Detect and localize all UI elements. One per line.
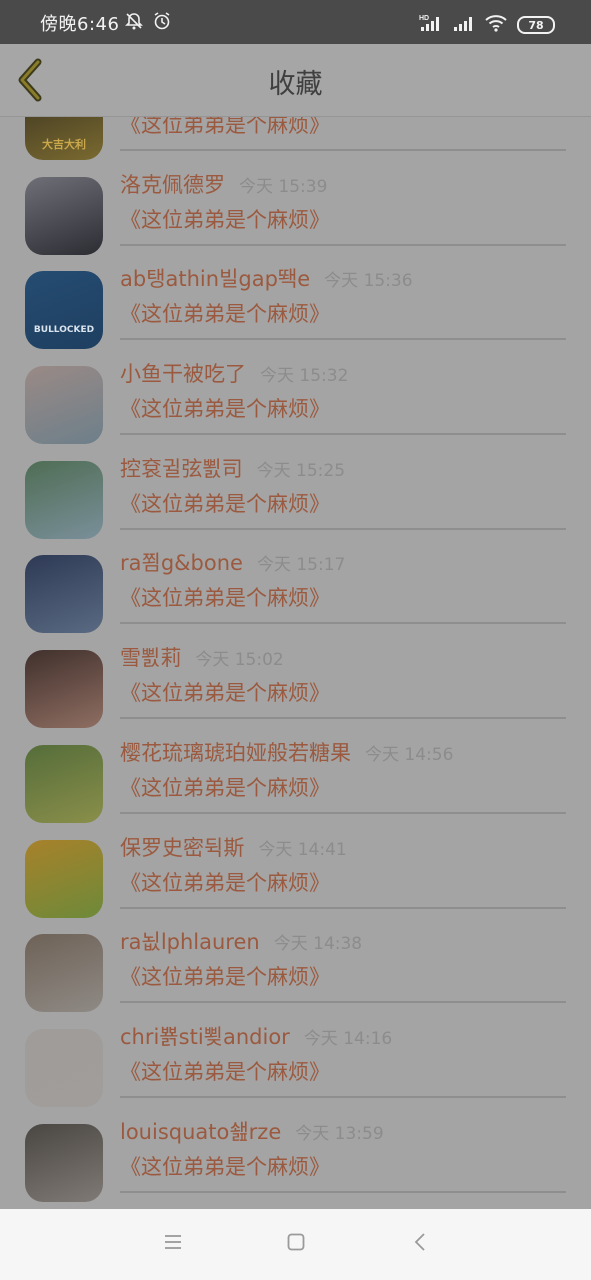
divider bbox=[120, 811, 566, 814]
signal-icon bbox=[453, 14, 475, 36]
signal-hd-icon: HD bbox=[419, 13, 443, 37]
avatar[interactable]: BULLOCKED bbox=[25, 271, 103, 350]
page-title: 收藏 bbox=[268, 69, 323, 100]
name-row: ab탱athin빌gap뙉e 今天 15:36 bbox=[120, 263, 413, 293]
list-item[interactable]: 保罗史密뒥斯 今天 14:41 《这位弟弟是个麻烦》 bbox=[0, 824, 591, 919]
divider bbox=[120, 1190, 566, 1193]
message-text: 《这位弟弟是个麻烦》 bbox=[120, 1059, 330, 1084]
timestamp: 今天 13:59 bbox=[295, 1123, 384, 1144]
list-item[interactable]: 控袞귈弦뾠司 今天 15:25 《这位弟弟是个麻烦》 bbox=[0, 445, 591, 540]
home-icon[interactable] bbox=[287, 1233, 305, 1255]
user-name: 小鱼干被吃了 bbox=[120, 362, 246, 387]
timestamp: 今天 15:36 bbox=[324, 271, 413, 292]
message-text: 《这位弟弟是个麻烦》 bbox=[120, 681, 330, 706]
avatar[interactable] bbox=[25, 934, 103, 1013]
divider bbox=[120, 906, 566, 909]
timestamp: 今天 15:25 bbox=[256, 460, 346, 481]
status-time: 傍晚6:46 bbox=[40, 14, 120, 35]
favorites-list[interactable]: 大吉大利 《这位弟弟是个麻烦》 洛克佩德罗 今天 15:39 《这位弟弟是个麻烦》 BUL… bbox=[0, 117, 591, 1209]
message-text: 《这位弟弟是个麻烦》 bbox=[120, 397, 330, 422]
divider bbox=[120, 149, 566, 151]
message-text: 《这位弟弟是个麻烦》 bbox=[120, 302, 330, 327]
name-row: 控袞귈弦뾠司 今天 15:25 bbox=[120, 453, 345, 483]
message-text: 《这位弟弟是个麻烦》 bbox=[120, 1154, 330, 1179]
timestamp: 今天 14:41 bbox=[258, 839, 347, 860]
user-name: 雪뾠莉 bbox=[120, 646, 182, 671]
message-text: 《这位弟弟是个麻烦》 bbox=[120, 117, 330, 137]
name-row: ra뇞lphlauren 今天 14:38 bbox=[120, 926, 362, 956]
message-text: 《这位弟弟是个麻烦》 bbox=[120, 775, 330, 800]
message-text: 《这位弟弟是个麻烦》 bbox=[120, 491, 330, 516]
avatar-logo-text: 大吉大利 bbox=[42, 138, 86, 151]
list-item[interactable]: louisquato쇒rze 今天 13:59 《这位弟弟是个麻烦》 bbox=[0, 1108, 591, 1203]
name-row: 小鱼干被吃了 今天 15:32 bbox=[120, 358, 348, 388]
user-name: chri뾹sti뾪andior bbox=[120, 1024, 290, 1049]
avatar[interactable] bbox=[25, 1123, 103, 1202]
user-name: ab탱athin빌gap뙉e bbox=[120, 267, 311, 292]
user-name: 保罗史密뒥斯 bbox=[120, 835, 245, 860]
message-text: 《这位弟弟是个麻烦》 bbox=[120, 207, 330, 232]
timestamp: 今天 15:39 bbox=[239, 176, 328, 197]
user-name: 洛克佩德罗 bbox=[120, 172, 225, 197]
name-row: 雪뾠莉 今天 15:02 bbox=[120, 642, 284, 672]
name-row: chri뾹sti뾪andior 今天 14:16 bbox=[120, 1021, 392, 1051]
battery-icon: 78 bbox=[517, 16, 555, 34]
wifi-icon bbox=[485, 14, 507, 36]
name-row: louisquato쇒rze 今天 13:59 bbox=[120, 1116, 384, 1146]
timestamp: 今天 15:02 bbox=[195, 650, 284, 671]
divider bbox=[120, 527, 566, 530]
notifications-off-icon bbox=[124, 11, 144, 35]
list-item[interactable]: 樱花琉璃琥珀娅般若糖果 今天 14:56 《这位弟弟是个麻烦》 bbox=[0, 729, 591, 824]
divider bbox=[120, 433, 566, 436]
timestamp: 今天 14:38 bbox=[273, 934, 363, 955]
timestamp: 今天 14:16 bbox=[303, 1028, 393, 1049]
header: 收藏 bbox=[0, 44, 591, 117]
menu-icon[interactable] bbox=[164, 1233, 182, 1255]
name-row: 洛克佩德罗 今天 15:39 bbox=[120, 169, 327, 199]
name-row: 樱花琉璃琥珀娅般若糖果 今天 14:56 bbox=[120, 737, 453, 767]
divider bbox=[120, 1001, 566, 1004]
user-name: louisquato쇒rze bbox=[120, 1119, 282, 1144]
list-item[interactable]: chri뾹sti뾪andior 今天 14:16 《这位弟弟是个麻烦》 bbox=[0, 1013, 591, 1108]
user-name: ra뇞lphlauren bbox=[120, 930, 260, 955]
list-item[interactable]: ra쬠g&bone 今天 15:17 《这位弟弟是个麻烦》 bbox=[0, 539, 591, 634]
name-row: 保罗史密뒥斯 今天 14:41 bbox=[120, 832, 347, 862]
divider bbox=[120, 243, 566, 246]
alarm-icon bbox=[152, 11, 172, 35]
avatar[interactable] bbox=[25, 176, 103, 255]
divider bbox=[120, 622, 566, 625]
svg-text:HD: HD bbox=[419, 15, 429, 22]
user-name: ra쬠g&bone bbox=[120, 551, 243, 576]
timestamp: 今天 14:56 bbox=[365, 744, 454, 765]
timestamp: 今天 15:32 bbox=[260, 366, 349, 387]
avatar[interactable] bbox=[25, 366, 103, 445]
message-text: 《这位弟弟是个麻烦》 bbox=[120, 870, 330, 895]
list-item[interactable]: 大吉大利 《这位弟弟是个麻烦》 bbox=[0, 117, 591, 161]
user-name: 樱花琉璃琥珀娅般若糖果 bbox=[120, 740, 351, 765]
divider bbox=[120, 338, 566, 341]
message-text: 《这位弟弟是个麻烦》 bbox=[120, 965, 330, 990]
avatar[interactable]: 大吉大利 bbox=[25, 117, 103, 160]
name-row: ra쬠g&bone 今天 15:17 bbox=[120, 547, 345, 577]
list-item[interactable]: 雪뾠莉 今天 15:02 《这位弟弟是个麻烦》 bbox=[0, 634, 591, 729]
avatar[interactable] bbox=[25, 839, 103, 918]
avatar[interactable] bbox=[25, 555, 103, 634]
status-bar: 傍晚6:46 HD 78 bbox=[0, 0, 591, 44]
avatar[interactable] bbox=[25, 460, 103, 539]
list-item[interactable]: 小鱼干被吃了 今天 15:32 《这位弟弟是个麻烦》 bbox=[0, 350, 591, 445]
avatar[interactable] bbox=[25, 1028, 103, 1107]
message-text: 《这位弟弟是个麻烦》 bbox=[120, 586, 330, 611]
list-item[interactable]: BULLOCKED ab탱athin빌gap뙉e 今天 15:36 《这位弟弟是个麻烦… bbox=[0, 255, 591, 350]
timestamp: 今天 15:17 bbox=[256, 555, 346, 576]
avatar[interactable] bbox=[25, 744, 103, 823]
avatar-logo-text: BULLOCKED bbox=[33, 325, 95, 336]
list-item[interactable]: ra뇞lphlauren 今天 14:38 《这位弟弟是个麻烦》 bbox=[0, 918, 591, 1013]
system-nav-bar bbox=[0, 1209, 591, 1280]
divider bbox=[120, 717, 566, 720]
list-item[interactable]: 洛克佩德罗 今天 15:39 《这位弟弟是个麻烦》 bbox=[0, 161, 591, 256]
avatar[interactable] bbox=[25, 650, 103, 729]
user-name: 控袞귈弦뾠司 bbox=[120, 456, 243, 481]
back-icon[interactable] bbox=[413, 1233, 427, 1255]
divider bbox=[120, 1095, 566, 1098]
